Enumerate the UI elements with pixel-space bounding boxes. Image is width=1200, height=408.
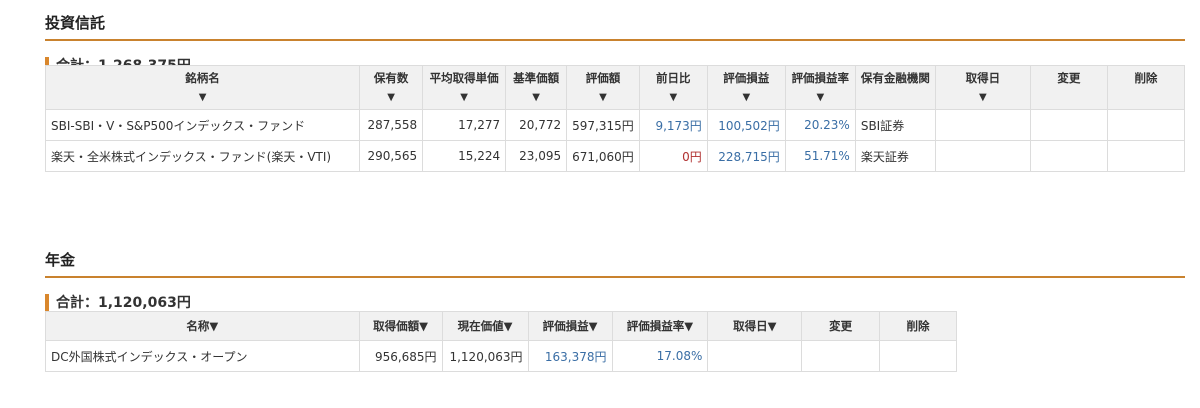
sort-arrow-icon[interactable]: ▼ [644, 92, 703, 104]
col-header-profit[interactable]: 評価損益▼ [706, 65, 786, 110]
pension-name: DC外国株式インデックス・オープン [45, 340, 360, 372]
col-header-profit-rate[interactable]: 評価損益率▼ [784, 65, 856, 110]
sort-arrow-icon[interactable]: ▼ [790, 92, 851, 104]
table-header-row: 名称▼ 取得価額▼ 現在価値▼ 評価損益▼ 評価損益率▼ 取得日▼ 変更 削除 [45, 311, 957, 341]
sort-arrow-icon[interactable]: ▼ [571, 92, 635, 104]
col-header-current-value[interactable]: 現在価値▼ [441, 311, 529, 341]
profit: 100,502円 [706, 109, 786, 141]
col-header-name[interactable]: 名称▼ [45, 311, 360, 341]
profit-rate: 20.23% [784, 109, 856, 141]
col-header-holdings[interactable]: 保有数 ▼ [359, 65, 424, 110]
delete-cell[interactable] [879, 340, 957, 372]
pension-table: 名称▼ 取得価額▼ 現在価値▼ 評価損益▼ 評価損益率▼ 取得日▼ 変更 削除 … [45, 311, 957, 372]
acquired-date [934, 140, 1031, 172]
section-title-investment-trust: 投資信託 [45, 12, 1185, 41]
day-change: 9,173円 [638, 109, 708, 141]
profit-rate: 17.08% [611, 340, 709, 372]
avg-cost: 15,224 [422, 140, 507, 172]
base-price: 23,095 [505, 140, 568, 172]
profit: 163,378円 [527, 340, 613, 372]
base-price: 20,772 [505, 109, 568, 141]
pension-total: 合計：1,120,063円 [45, 294, 1185, 312]
valuation: 597,315円 [566, 109, 640, 141]
sort-arrow-icon[interactable]: ▼ [510, 92, 562, 104]
investment-trust-table: 銘柄名 ▼ 保有数 ▼ 平均取得単価 ▼ 基準価額 ▼ 評価額 ▼ 前日比 ▼ 評価損益 ▼ … [44, 65, 1186, 172]
current-value: 1,120,063円 [441, 340, 529, 372]
col-header-edit: 変更 [1029, 65, 1108, 110]
col-header-acquired[interactable]: 取得日▼ [934, 65, 1031, 110]
col-header-day-change[interactable]: 前日比 ▼ [638, 65, 708, 110]
edit-cell[interactable] [801, 340, 881, 372]
fund-name: SBI-SBI・V・S&P500インデックス・ファンド [44, 109, 361, 141]
col-header-profit[interactable]: 評価損益▼ [527, 311, 613, 341]
pension-section: 年金 合計：1,120,063円 名称▼ 取得価額▼ 現在価値▼ 評価損益▼ 評… [45, 249, 1185, 372]
sort-arrow-icon[interactable]: ▼ [364, 92, 418, 104]
col-header-acquired[interactable]: 取得日▼ [707, 311, 803, 341]
institution: 楽天証券 [854, 140, 936, 172]
sort-arrow-icon[interactable]: ▼ [940, 92, 1026, 104]
sort-arrow-icon[interactable]: ▼ [50, 92, 355, 104]
day-change: 0円 [638, 140, 708, 172]
investment-trust-section: 投資信託 合計：1,268,375円 銘柄名▼ 保有数▼ 平均取得単価▼ 基準価… [44, 12, 1186, 172]
holdings: 287,558 [359, 109, 424, 141]
delete-cell[interactable] [1106, 140, 1186, 172]
col-header-valuation[interactable]: 評価額 ▼ [566, 65, 640, 110]
table-row: DC外国株式インデックス・オープン 956,685円 1,120,063円 16… [45, 340, 957, 372]
col-header-acq-value[interactable]: 取得価額▼ [358, 311, 443, 341]
page: 投資信託 合計：1,268,375円 銘柄名▼ 保有数▼ 平均取得単価▼ 基準価… [0, 0, 1200, 408]
holdings: 290,565 [359, 140, 424, 172]
col-header-profit-rate[interactable]: 評価損益率▼ [611, 311, 709, 341]
acq-value: 956,685円 [358, 340, 443, 372]
profit-rate: 51.71% [784, 140, 856, 172]
col-header-fund-name[interactable]: 銘柄名 ▼ [44, 65, 361, 110]
profit: 228,715円 [706, 140, 786, 172]
avg-cost: 17,277 [422, 109, 507, 141]
fund-name: 楽天・全米株式インデックス・ファンド(楽天・VTI) [44, 140, 361, 172]
acquired-date [707, 340, 803, 372]
col-header-avg-cost[interactable]: 平均取得単価 ▼ [422, 65, 507, 110]
edit-cell[interactable] [1029, 140, 1108, 172]
acquired-date [934, 109, 1031, 141]
delete-cell[interactable] [1106, 109, 1186, 141]
edit-cell[interactable] [1029, 109, 1108, 141]
table-row: 楽天・全米株式インデックス・ファンド(楽天・VTI) 290,565 15,22… [44, 140, 1186, 172]
sort-arrow-icon[interactable]: ▼ [427, 92, 501, 104]
col-header-edit: 変更 [801, 311, 881, 341]
sort-arrow-icon[interactable]: ▼ [712, 92, 781, 104]
col-header-delete: 削除 [1106, 65, 1186, 110]
section-title-pension: 年金 [45, 249, 1185, 278]
table-header-row: 銘柄名 ▼ 保有数 ▼ 平均取得単価 ▼ 基準価額 ▼ 評価額 ▼ 前日比 ▼ 評価損益 ▼ … [44, 65, 1186, 110]
col-header-delete: 削除 [879, 311, 957, 341]
institution: SBI証券 [854, 109, 936, 141]
valuation: 671,060円 [566, 140, 640, 172]
col-header-base-price[interactable]: 基準価額 ▼ [505, 65, 568, 110]
col-header-institution: 保有金融機関 [854, 65, 936, 110]
table-row: SBI-SBI・V・S&P500インデックス・ファンド 287,558 17,2… [44, 109, 1186, 141]
